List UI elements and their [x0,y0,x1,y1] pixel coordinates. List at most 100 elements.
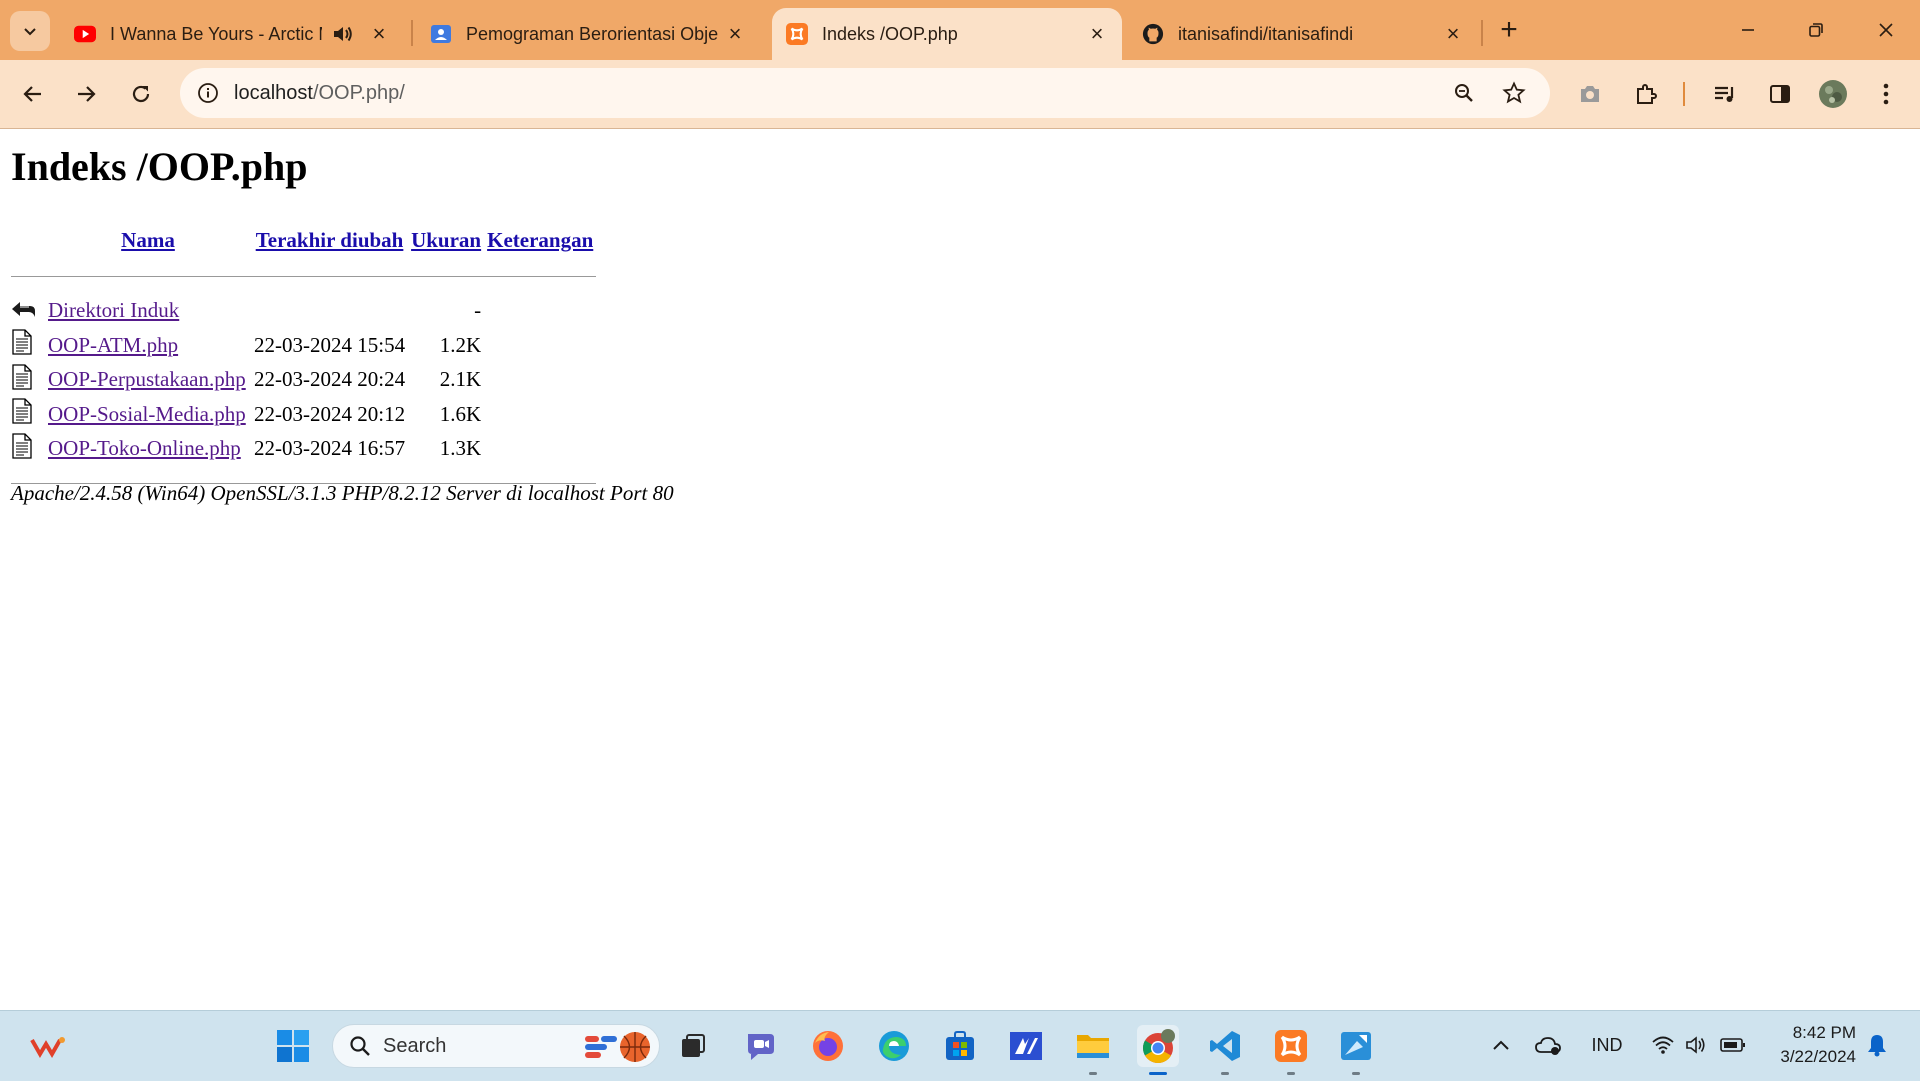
notifications-button[interactable] [1862,1027,1892,1063]
close-tab-icon[interactable]: × [724,21,746,46]
forward-button[interactable] [66,74,106,114]
url-host: localhost [234,81,313,104]
table-row: OOP-Sosial-Media.php 22-03-2024 20:12 1.… [11,397,596,432]
taskbar-firefox[interactable] [807,1025,849,1067]
file-link[interactable]: OOP-Perpustakaan.php [48,367,246,391]
description-cell [484,363,596,398]
clock-time: 8:42 PM [1792,1023,1856,1042]
language-indicator[interactable]: IND [1584,1027,1630,1063]
tab-classroom[interactable]: Pemograman Berorientasi Obje × [416,8,760,60]
table-row: Direktori Induk - [11,294,596,329]
bell-icon [1868,1035,1886,1057]
taskbar-paint[interactable] [1335,1025,1377,1075]
name-cell: OOP-Sosial-Media.php [45,397,251,432]
address-bar[interactable]: localhost/OOP.php/ [180,68,1550,118]
sort-by-name-link[interactable]: Nama [121,228,175,252]
sort-by-size-link[interactable]: Ukuran [411,228,481,252]
tab-title: Pemograman Berorientasi Obje [466,23,719,44]
wifi-tray[interactable] [1648,1027,1678,1063]
taskbar-file-explorer[interactable] [1072,1025,1114,1075]
tab-search-button[interactable] [10,11,50,51]
tab-separator [1481,20,1483,46]
extensions-icon[interactable] [1626,74,1666,114]
profile-avatar[interactable] [1813,74,1853,114]
tab-indeks-oop[interactable]: Indeks /OOP.php × [772,8,1122,60]
xampp-icon [1275,1030,1307,1062]
size-cell: 2.1K [439,367,482,392]
column-header-modified: Terakhir diubah [251,221,408,259]
taskbar-edge[interactable] [873,1025,915,1067]
taskbar-vscode[interactable] [1204,1025,1246,1075]
file-link[interactable]: OOP-Sosial-Media.php [48,402,246,426]
description-cell [484,328,596,363]
column-header-size: Ukuran [408,221,484,259]
onedrive-tray[interactable] [1530,1027,1566,1063]
taskbar-microsoft-store[interactable] [939,1025,981,1067]
app-editor-icon [1010,1032,1042,1060]
taskbar-xampp[interactable] [1270,1025,1312,1075]
tab-youtube[interactable]: I Wanna Be Yours - Arctic M × [60,8,404,60]
tab-title: itanisafindi/itanisafindi [1178,23,1354,44]
taskbar-app-editor[interactable] [1005,1025,1047,1067]
table-header-row: Nama Terakhir diubah Ukuran Keterangan [11,221,596,259]
minimize-button[interactable] [1728,10,1768,50]
tab-strip: I Wanna Be Yours - Arctic M × Pemograman… [0,0,1920,60]
new-tab-button[interactable]: + [1493,13,1525,46]
text-file-icon [11,432,45,467]
description-cell [484,397,596,432]
taskbar-clock[interactable]: 8:42 PM 3/22/2024 [1760,1021,1856,1069]
taskbar-teams[interactable] [740,1025,782,1067]
sort-by-description-link[interactable]: Keterangan [487,228,593,252]
running-indicator [1149,1072,1167,1075]
size-cell: 1.6K [439,401,482,426]
back-button[interactable] [13,74,53,114]
widgets-icon [30,1037,65,1058]
firefox-icon [813,1031,843,1061]
bookmark-star-icon[interactable] [1496,75,1532,111]
store-icon [946,1031,974,1060]
volume-icon [1686,1036,1705,1054]
name-cell: Direktori Induk [45,294,251,329]
zoom-icon[interactable] [1446,75,1482,111]
reload-button[interactable] [121,74,161,114]
github-icon [1142,23,1164,45]
folder-icon [1077,1035,1109,1058]
file-link[interactable]: OOP-Toko-Online.php [48,436,241,460]
modified-cell: 22-03-2024 20:12 [254,401,406,426]
page-content: Indeks /OOP.php Nama Terakhir diubah Uku… [0,129,1920,1009]
close-tab-icon[interactable]: × [1086,21,1108,46]
name-cell: OOP-Toko-Online.php [45,432,251,467]
restore-button[interactable] [1796,10,1836,50]
parent-directory-link[interactable]: Direktori Induk [48,298,179,322]
modified-cell: 22-03-2024 15:54 [254,332,406,357]
text-file-icon [11,328,45,363]
more-menu-icon[interactable] [1866,74,1906,114]
close-window-button[interactable] [1866,10,1906,50]
site-info-icon[interactable] [190,75,226,111]
directory-listing-table: Nama Terakhir diubah Ukuran Keterangan D… [11,221,597,501]
widgets-button[interactable] [28,1025,70,1067]
camera-icon[interactable] [1570,74,1610,114]
battery-tray[interactable] [1718,1027,1748,1063]
close-tab-icon[interactable]: × [368,21,390,46]
sort-by-modified-link[interactable]: Terakhir diubah [256,228,404,252]
media-controls-icon[interactable] [1705,74,1745,114]
running-indicator [1089,1072,1097,1075]
taskbar-task-view[interactable] [672,1025,714,1067]
show-hidden-icons-button[interactable] [1486,1027,1516,1063]
server-signature: Apache/2.4.58 (Win64) OpenSSL/3.1.3 PHP/… [11,481,674,505]
start-button[interactable] [272,1025,314,1067]
taskbar-search[interactable]: Search [332,1024,660,1068]
url-text[interactable]: localhost/OOP.php/ [234,82,405,105]
close-tab-icon[interactable]: × [1442,21,1464,46]
chevron-up-icon [1493,1040,1509,1050]
taskbar-chrome[interactable] [1137,1025,1179,1075]
side-panel-icon[interactable] [1760,74,1800,114]
search-icon [350,1036,370,1056]
speaker-icon[interactable] [332,24,354,44]
running-indicator [1287,1072,1295,1075]
chrome-icon [1142,1029,1175,1064]
file-link[interactable]: OOP-ATM.php [48,333,178,357]
volume-tray[interactable] [1682,1027,1712,1063]
tab-github[interactable]: itanisafindi/itanisafindi × [1128,8,1478,60]
